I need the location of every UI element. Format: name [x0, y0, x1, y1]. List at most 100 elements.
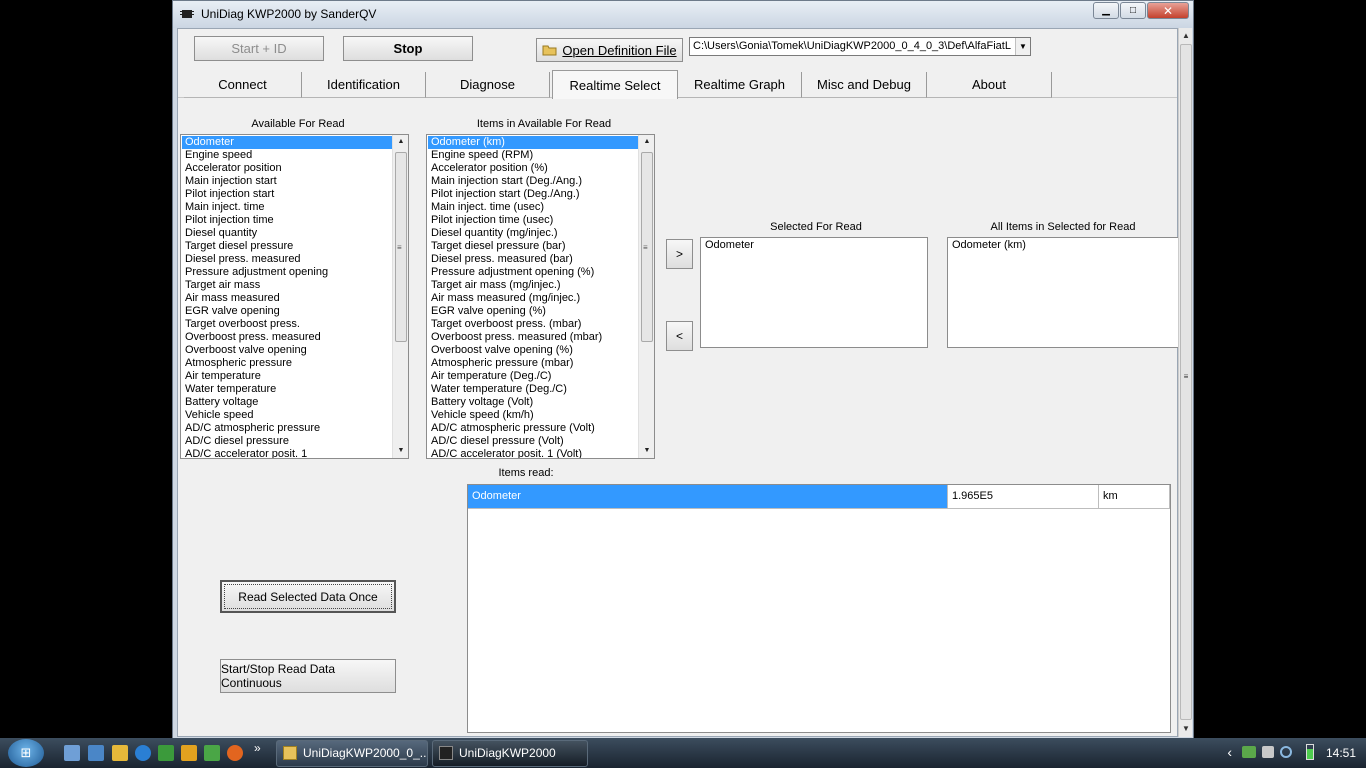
list-item[interactable]: Target air mass: [182, 279, 392, 292]
table-row[interactable]: Odometer 1.965E5 km: [468, 485, 1170, 509]
list-item[interactable]: Diesel press. measured (bar): [428, 253, 638, 266]
list-item[interactable]: AD/C atmospheric pressure (Volt): [428, 422, 638, 435]
definition-file-select[interactable]: C:\Users\Gonia\Tomek\UniDiagKWP2000_0_4_…: [689, 37, 1031, 56]
list-item[interactable]: Overboost valve opening (%): [428, 344, 638, 357]
scroll-up-icon[interactable]: ▲: [639, 135, 654, 149]
list-item[interactable]: Engine speed (RPM): [428, 149, 638, 162]
available-listbox[interactable]: Odometer Engine speed Accelerator position…: [180, 134, 409, 459]
battery-icon[interactable]: [1306, 744, 1314, 760]
close-button[interactable]: ✕: [1147, 2, 1189, 19]
tray-expand-icon[interactable]: ‹: [1227, 744, 1232, 760]
power-tool-icon[interactable]: [112, 745, 128, 761]
switch-windows-icon[interactable]: [88, 745, 104, 761]
list-item[interactable]: Air temperature (Deg./C): [428, 370, 638, 383]
list-item[interactable]: Engine speed: [182, 149, 392, 162]
wifi-icon[interactable]: [1280, 746, 1292, 758]
list-item[interactable]: Target air mass (mg/injec.): [428, 279, 638, 292]
more-icon[interactable]: »: [254, 741, 261, 755]
list-item[interactable]: EGR valve opening: [182, 305, 392, 318]
list-item[interactable]: Pressure adjustment opening: [182, 266, 392, 279]
list-item[interactable]: Pilot injection start (Deg./Ang.): [428, 188, 638, 201]
media-player-icon[interactable]: [181, 745, 197, 761]
stop-button[interactable]: Stop: [343, 36, 473, 61]
list-item[interactable]: Main injection start (Deg./Ang.): [428, 175, 638, 188]
tab-identification[interactable]: Identification: [302, 72, 426, 98]
list-item[interactable]: Accelerator position (%): [428, 162, 638, 175]
list-item[interactable]: Air temperature: [182, 370, 392, 383]
list-item[interactable]: AD/C accelerator posit. 1 (Volt): [428, 448, 638, 458]
list-item[interactable]: Battery voltage: [182, 396, 392, 409]
selected-items-listbox[interactable]: Odometer (km): [947, 237, 1179, 348]
list-item[interactable]: Battery voltage (Volt): [428, 396, 638, 409]
list-item[interactable]: Main inject. time: [182, 201, 392, 214]
scroll-up-icon[interactable]: ▲: [393, 135, 408, 149]
taskbar-button-folder[interactable]: UniDiagKWP2000_0_...: [276, 740, 428, 767]
list-item[interactable]: Diesel press. measured: [182, 253, 392, 266]
available-items-scrollbar[interactable]: ▲ ≡ ▼: [638, 135, 654, 458]
list-item[interactable]: Odometer: [182, 136, 392, 149]
list-item[interactable]: Odometer (km): [428, 136, 638, 149]
minimize-button[interactable]: ▁: [1093, 2, 1119, 19]
available-scrollbar[interactable]: ▲ ≡ ▼: [392, 135, 408, 458]
scroll-down-icon[interactable]: ▼: [639, 444, 654, 458]
list-item[interactable]: Atmospheric pressure: [182, 357, 392, 370]
list-item[interactable]: Vehicle speed (km/h): [428, 409, 638, 422]
list-item[interactable]: Target overboost press. (mbar): [428, 318, 638, 331]
list-item[interactable]: Target diesel pressure: [182, 240, 392, 253]
list-item[interactable]: Accelerator position: [182, 162, 392, 175]
list-item[interactable]: AD/C accelerator posit. 1: [182, 448, 392, 458]
list-item[interactable]: AD/C diesel pressure: [182, 435, 392, 448]
list-item[interactable]: Overboost press. measured: [182, 331, 392, 344]
volume-icon[interactable]: [1262, 746, 1274, 758]
tab-realtime-graph[interactable]: Realtime Graph: [678, 72, 802, 98]
open-definition-button[interactable]: Open Definition File: [536, 38, 683, 62]
list-item[interactable]: Pilot injection time: [182, 214, 392, 227]
list-item[interactable]: Diesel quantity: [182, 227, 392, 240]
items-read-grid[interactable]: Odometer 1.965E5 km: [467, 484, 1171, 733]
network-icon[interactable]: [1242, 746, 1256, 758]
available-items-listbox[interactable]: Odometer (km) Engine speed (RPM) Accelerat…: [426, 134, 655, 459]
sync-icon[interactable]: [204, 745, 220, 761]
start-id-button[interactable]: Start + ID: [194, 36, 324, 61]
list-item[interactable]: Pilot injection time (usec): [428, 214, 638, 227]
list-item[interactable]: Target overboost press.: [182, 318, 392, 331]
list-item[interactable]: Water temperature (Deg./C): [428, 383, 638, 396]
list-item[interactable]: EGR valve opening (%): [428, 305, 638, 318]
list-item[interactable]: Main inject. time (usec): [428, 201, 638, 214]
title-bar[interactable]: UniDiag KWP2000 by SanderQV ▁ □ ✕: [173, 1, 1193, 28]
list-item[interactable]: Vehicle speed: [182, 409, 392, 422]
firefox-icon[interactable]: [227, 745, 243, 761]
taskbar-button-unidiag[interactable]: UniDiagKWP2000: [432, 740, 588, 767]
list-item[interactable]: Diesel quantity (mg/injec.): [428, 227, 638, 240]
list-item[interactable]: Overboost press. measured (mbar): [428, 331, 638, 344]
spreadsheet-icon[interactable]: [158, 745, 174, 761]
maximize-button[interactable]: □: [1120, 2, 1146, 19]
tab-misc-debug[interactable]: Misc and Debug: [802, 72, 927, 98]
list-item[interactable]: Pressure adjustment opening (%): [428, 266, 638, 279]
remove-from-selected-button[interactable]: <: [666, 321, 693, 351]
chevron-down-icon[interactable]: ▼: [1015, 38, 1030, 55]
list-item[interactable]: Atmospheric pressure (mbar): [428, 357, 638, 370]
tab-connect[interactable]: Connect: [184, 72, 302, 98]
read-once-button[interactable]: Read Selected Data Once: [220, 580, 396, 613]
list-item[interactable]: Odometer (km): [949, 239, 1178, 252]
list-item[interactable]: Air mass measured (mg/injec.): [428, 292, 638, 305]
show-desktop-icon[interactable]: [64, 745, 80, 761]
tab-realtime-select[interactable]: Realtime Select: [552, 70, 678, 99]
tab-diagnose[interactable]: Diagnose: [426, 72, 550, 98]
scroll-up-icon[interactable]: ▲: [1179, 29, 1193, 43]
add-to-selected-button[interactable]: >: [666, 239, 693, 269]
internet-explorer-icon[interactable]: [135, 745, 151, 761]
start-button[interactable]: ⊞: [8, 739, 44, 767]
scroll-down-icon[interactable]: ▼: [1179, 722, 1193, 736]
scroll-down-icon[interactable]: ▼: [393, 444, 408, 458]
window-scrollbar[interactable]: ▲ ≡ ▼: [1178, 28, 1192, 737]
read-continuous-button[interactable]: Start/Stop Read Data Continuous: [220, 659, 396, 693]
list-item[interactable]: Main injection start: [182, 175, 392, 188]
list-item[interactable]: Water temperature: [182, 383, 392, 396]
list-item[interactable]: Overboost valve opening: [182, 344, 392, 357]
list-item[interactable]: AD/C diesel pressure (Volt): [428, 435, 638, 448]
list-item[interactable]: Odometer: [702, 239, 926, 252]
clock[interactable]: 14:51: [1326, 746, 1356, 760]
list-item[interactable]: Air mass measured: [182, 292, 392, 305]
